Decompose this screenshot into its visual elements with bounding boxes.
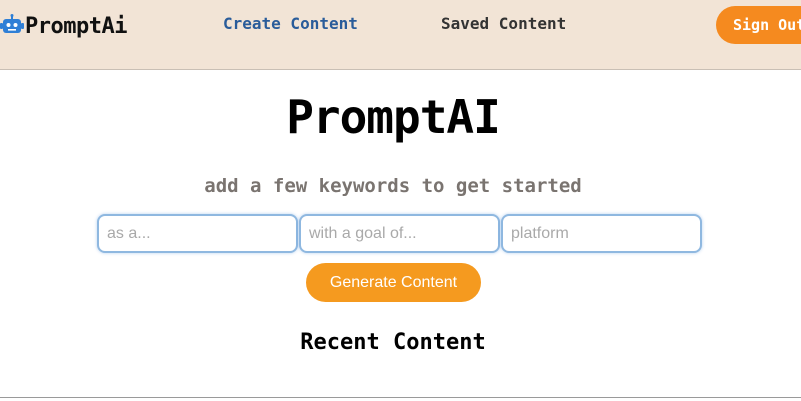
brand-name: PromptAi: [25, 13, 127, 39]
nav-create-content[interactable]: Create Content: [223, 14, 358, 33]
page-subtitle: add a few keywords to get started: [204, 175, 582, 197]
robot-icon: [0, 14, 24, 38]
goal-input[interactable]: [299, 214, 500, 253]
keyword-inputs: [97, 214, 702, 253]
brand[interactable]: PromptAi: [0, 12, 127, 40]
nav-saved-content[interactable]: Saved Content: [441, 14, 566, 33]
role-input[interactable]: [97, 214, 298, 253]
recent-content-heading: Recent Content: [300, 330, 486, 355]
top-navbar: PromptAi Create Content Saved Content Si…: [0, 0, 801, 70]
divider: [0, 397, 801, 398]
platform-input[interactable]: [501, 214, 702, 253]
sign-out-button[interactable]: Sign Out: [716, 6, 801, 44]
generate-content-button[interactable]: Generate Content: [306, 263, 481, 302]
page-title: PromptAI: [286, 90, 501, 144]
